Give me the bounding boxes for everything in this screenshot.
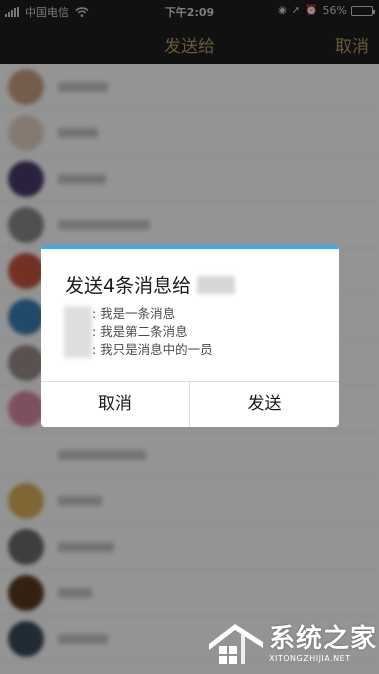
message-preview-line: : 我是第二条消息 bbox=[92, 324, 188, 339]
watermark-logo-icon bbox=[209, 624, 263, 664]
watermark-subtext: XITONGZHIJIA.NET bbox=[269, 654, 351, 663]
message-preview-list: : 我是一条消息 : 我是第二条消息 : 我只是消息中的一员 bbox=[92, 305, 213, 359]
watermark: 系统之家 XITONGZHIJIA.NET bbox=[205, 612, 378, 670]
message-preview-line: : 我只是消息中的一员 bbox=[92, 342, 213, 357]
recipient-name-blurred bbox=[197, 276, 236, 294]
dialog-title: 发送4条消息给 bbox=[65, 271, 236, 298]
send-confirm-dialog: 发送4条消息给 : 我是一条消息 : 我是第二条消息 : 我只是消息中的一员 取… bbox=[41, 245, 339, 427]
sender-avatar-blurred bbox=[64, 306, 92, 358]
message-preview-line: : 我是一条消息 bbox=[92, 306, 176, 321]
watermark-text: 系统之家 bbox=[269, 624, 378, 654]
dialog-accent-bar bbox=[41, 245, 339, 249]
dialog-title-text: 发送4条消息给 bbox=[65, 275, 192, 297]
cancel-button[interactable]: 取消 bbox=[41, 382, 189, 427]
send-button[interactable]: 发送 bbox=[190, 382, 339, 427]
